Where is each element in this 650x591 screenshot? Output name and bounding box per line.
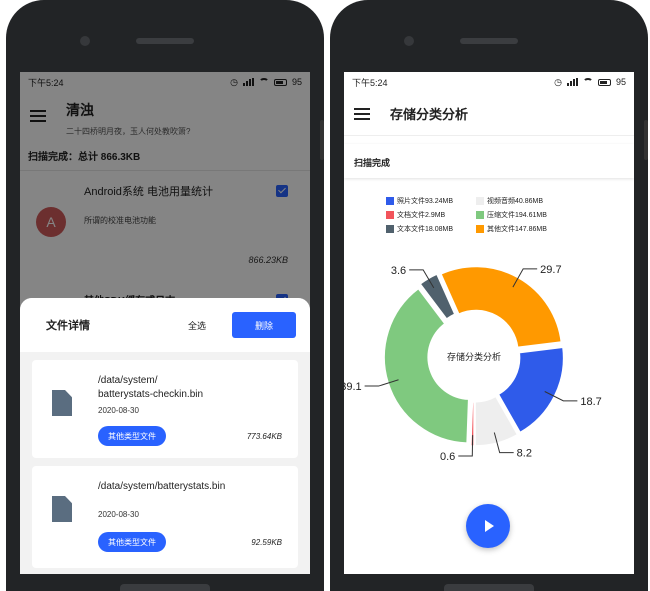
sheet-header: 文件详情 全选 删除: [20, 298, 310, 352]
slice-value-label: 39.1: [344, 381, 362, 393]
legend-swatch: [386, 211, 394, 219]
file-details-sheet: 文件详情 全选 删除 /data/system/ batterystats-ch…: [20, 298, 310, 574]
front-camera: [80, 36, 90, 46]
scan-status: 扫描完成: [344, 144, 634, 178]
file-path: /data/system/ batterystats-checkin.bin: [98, 375, 204, 400]
legend-item: 照片文件93.24MB: [386, 196, 476, 206]
file-card[interactable]: /data/system/batterystats.bin 2020-08-30…: [32, 466, 298, 568]
file-date: 2020-08-30: [98, 510, 139, 519]
chart-center-title: 存储分类分析: [447, 351, 501, 362]
file-type-chip[interactable]: 其他类型文件: [98, 426, 166, 446]
left-screen: 下午5:24 ◷ 95 清浊 二十四桥明月夜，玉人何处教吹箫? 扫描完成：总计 …: [20, 72, 310, 574]
file-icon: [52, 390, 72, 416]
home-button: [120, 584, 210, 591]
signal-icon: [566, 78, 578, 86]
file-size: 92.59KB: [251, 538, 282, 547]
legend-item: 文档文件2.9MB: [386, 210, 476, 220]
legend-label: 其他文件147.86MB: [487, 226, 547, 233]
legend-swatch: [476, 225, 484, 233]
sheet-title: 文件详情: [46, 320, 90, 332]
menu-icon[interactable]: [354, 107, 370, 120]
status-time: 下午5:24: [352, 77, 388, 88]
front-camera: [404, 36, 414, 46]
app-bar: 存储分类分析: [344, 92, 634, 136]
legend-label: 文本文件18.08MB: [397, 226, 454, 233]
legend-label: 压缩文件194.61MB: [487, 212, 547, 219]
status-icons: ◷ 95: [554, 77, 626, 88]
earpiece-speaker: [136, 38, 194, 44]
phone-frame-right: 下午5:24 ◷ 95 存储分类分析 扫描完成 照片文件93.24MB 视频音频4…: [330, 0, 648, 591]
home-button: [444, 584, 534, 591]
legend-swatch: [476, 197, 484, 205]
play-button[interactable]: [466, 504, 510, 548]
slice-value-label: 0.6: [440, 451, 455, 463]
delete-button[interactable]: 删除: [232, 312, 296, 338]
chart-legend: 照片文件93.24MB 视频音频40.86MB 文档文件2.9MB 压缩文件194.6…: [386, 196, 586, 234]
slice-value-label: 18.7: [580, 396, 601, 408]
battery-icon: [597, 78, 611, 86]
file-size: 773.64KB: [246, 432, 282, 441]
legend-swatch: [476, 211, 484, 219]
legend-swatch: [386, 197, 394, 205]
phone-frame-left: 下午5:24 ◷ 95 清浊 二十四桥明月夜，玉人何处教吹箫? 扫描完成：总计 …: [6, 0, 324, 591]
volume-button: [644, 120, 648, 160]
battery-level: 95: [615, 77, 626, 87]
legend-swatch: [386, 225, 394, 233]
legend-item: 压缩文件194.61MB: [476, 210, 576, 220]
file-path: /data/system/batterystats.bin: [98, 481, 226, 492]
wifi-icon: [582, 78, 593, 86]
file-date: 2020-08-30: [98, 406, 139, 415]
page-title: 存储分类分析: [390, 107, 469, 122]
file-icon: [52, 496, 72, 522]
file-card[interactable]: /data/system/ batterystats-checkin.bin 2…: [32, 360, 298, 458]
legend-label: 视频音频40.86MB: [487, 198, 544, 205]
earpiece-speaker: [460, 38, 518, 44]
slice-value-label: 8.2: [517, 448, 532, 460]
legend-label: 文档文件2.9MB: [397, 212, 446, 219]
pie-slice[interactable]: [439, 265, 563, 349]
legend-item: 文本文件18.08MB: [386, 224, 476, 234]
status-bar: 下午5:24 ◷ 95: [344, 72, 634, 92]
select-all-button[interactable]: 全选: [188, 319, 206, 332]
pie-slice[interactable]: [383, 287, 470, 444]
legend-label: 照片文件93.24MB: [397, 198, 454, 205]
slice-value-label: 29.7: [540, 264, 561, 276]
slice-value-label: 3.6: [391, 265, 406, 277]
legend-item: 其他文件147.86MB: [476, 224, 576, 234]
legend-item: 视频音频40.86MB: [476, 196, 576, 206]
alarm-icon: ◷: [554, 76, 562, 87]
right-screen: 下午5:24 ◷ 95 存储分类分析 扫描完成 照片文件93.24MB 视频音频4…: [344, 72, 634, 574]
volume-button: [320, 120, 324, 160]
file-type-chip[interactable]: 其他类型文件: [98, 532, 166, 552]
storage-pie-chart: 29.7 18.7 8.2 0.6 39.1 3.6 存储分类分析: [344, 264, 602, 463]
